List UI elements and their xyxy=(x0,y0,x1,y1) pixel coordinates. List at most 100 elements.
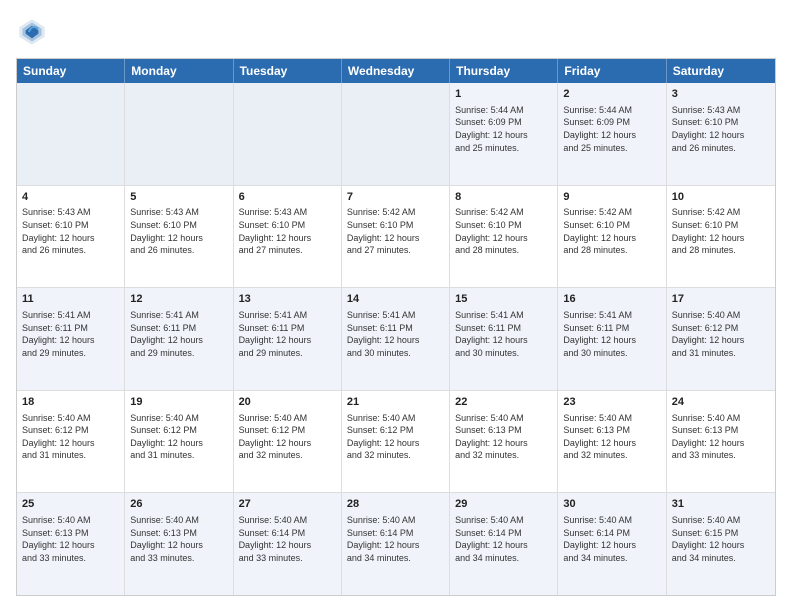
day-cell-8: 8Sunrise: 5:42 AM Sunset: 6:10 PM Daylig… xyxy=(450,186,558,288)
header-cell-thursday: Thursday xyxy=(450,59,558,83)
day-cell-28: 28Sunrise: 5:40 AM Sunset: 6:14 PM Dayli… xyxy=(342,493,450,595)
day-info: Sunrise: 5:40 AM Sunset: 6:13 PM Dayligh… xyxy=(130,514,227,564)
day-number: 21 xyxy=(347,395,444,410)
day-info: Sunrise: 5:42 AM Sunset: 6:10 PM Dayligh… xyxy=(672,206,770,256)
header-cell-monday: Monday xyxy=(125,59,233,83)
day-info: Sunrise: 5:42 AM Sunset: 6:10 PM Dayligh… xyxy=(347,206,444,256)
calendar-header: SundayMondayTuesdayWednesdayThursdayFrid… xyxy=(17,59,775,83)
day-cell-15: 15 Sunrise: 5:41 AM Sunset: 6:11 PM Dayli… xyxy=(450,288,558,390)
day-number: 12 xyxy=(130,292,227,307)
day-info: Sunrise: 5:41 AM Sunset: 6:11 PM Dayligh… xyxy=(455,309,552,359)
day-number: 7 xyxy=(347,190,444,205)
day-info: Sunrise: 5:40 AM Sunset: 6:13 PM Dayligh… xyxy=(22,514,119,564)
day-number: 24 xyxy=(672,395,770,410)
day-cell-19: 19Sunrise: 5:40 AM Sunset: 6:12 PM Dayli… xyxy=(125,391,233,493)
empty-cell xyxy=(17,83,125,185)
header-cell-saturday: Saturday xyxy=(667,59,775,83)
header-cell-wednesday: Wednesday xyxy=(342,59,450,83)
day-cell-24: 24 Sunrise: 5:40 AM Sunset: 6:13 PM Dayli… xyxy=(667,391,775,493)
day-cell-11: 11 Sunrise: 5:41 AM Sunset: 6:11 PM Dayli… xyxy=(17,288,125,390)
day-number: 8 xyxy=(455,190,552,205)
day-number: 26 xyxy=(130,497,227,512)
day-number: 10 xyxy=(672,190,770,205)
calendar-row-1: 4Sunrise: 5:43 AM Sunset: 6:10 PM Daylig… xyxy=(17,186,775,289)
day-cell-21: 21 Sunrise: 5:40 AM Sunset: 6:12 PM Dayli… xyxy=(342,391,450,493)
day-number: 31 xyxy=(672,497,770,512)
header-cell-friday: Friday xyxy=(558,59,666,83)
day-number: 16 xyxy=(563,292,660,307)
calendar-row-4: 25 Sunrise: 5:40 AM Sunset: 6:13 PM Dayli… xyxy=(17,493,775,595)
day-info: Sunrise: 5:40 AM Sunset: 6:14 PM Dayligh… xyxy=(563,514,660,564)
day-info: Sunrise: 5:40 AM Sunset: 6:14 PM Dayligh… xyxy=(455,514,552,564)
day-info: Sunrise: 5:41 AM Sunset: 6:11 PM Dayligh… xyxy=(130,309,227,359)
day-info: Sunrise: 5:43 AM Sunset: 6:10 PM Dayligh… xyxy=(239,206,336,256)
day-cell-16: 16Sunrise: 5:41 AM Sunset: 6:11 PM Dayli… xyxy=(558,288,666,390)
day-cell-9: 9Sunrise: 5:42 AM Sunset: 6:10 PM Daylig… xyxy=(558,186,666,288)
day-info: Sunrise: 5:43 AM Sunset: 6:10 PM Dayligh… xyxy=(130,206,227,256)
day-number: 25 xyxy=(22,497,119,512)
day-number: 18 xyxy=(22,395,119,410)
day-number: 5 xyxy=(130,190,227,205)
empty-cell xyxy=(342,83,450,185)
day-info: Sunrise: 5:40 AM Sunset: 6:15 PM Dayligh… xyxy=(672,514,770,564)
day-cell-25: 25 Sunrise: 5:40 AM Sunset: 6:13 PM Dayli… xyxy=(17,493,125,595)
day-cell-3: 3 Sunrise: 5:43 AM Sunset: 6:10 PM Daylig… xyxy=(667,83,775,185)
day-number: 4 xyxy=(22,190,119,205)
day-number: 30 xyxy=(563,497,660,512)
day-info: Sunrise: 5:44 AM Sunset: 6:09 PM Dayligh… xyxy=(455,104,552,154)
day-number: 17 xyxy=(672,292,770,307)
day-cell-30: 30 Sunrise: 5:40 AM Sunset: 6:14 PM Dayli… xyxy=(558,493,666,595)
day-cell-18: 18 Sunrise: 5:40 AM Sunset: 6:12 PM Dayli… xyxy=(17,391,125,493)
day-number: 28 xyxy=(347,497,444,512)
day-number: 11 xyxy=(22,292,119,307)
day-info: Sunrise: 5:42 AM Sunset: 6:10 PM Dayligh… xyxy=(563,206,660,256)
header-cell-sunday: Sunday xyxy=(17,59,125,83)
day-cell-12: 12 Sunrise: 5:41 AM Sunset: 6:11 PM Dayli… xyxy=(125,288,233,390)
day-number: 9 xyxy=(563,190,660,205)
day-cell-27: 27Sunrise: 5:40 AM Sunset: 6:14 PM Dayli… xyxy=(234,493,342,595)
day-cell-22: 22 Sunrise: 5:40 AM Sunset: 6:13 PM Dayli… xyxy=(450,391,558,493)
day-cell-7: 7Sunrise: 5:42 AM Sunset: 6:10 PM Daylig… xyxy=(342,186,450,288)
calendar-row-2: 11 Sunrise: 5:41 AM Sunset: 6:11 PM Dayli… xyxy=(17,288,775,391)
header-cell-tuesday: Tuesday xyxy=(234,59,342,83)
day-info: Sunrise: 5:41 AM Sunset: 6:11 PM Dayligh… xyxy=(22,309,119,359)
day-info: Sunrise: 5:40 AM Sunset: 6:12 PM Dayligh… xyxy=(130,412,227,462)
day-number: 29 xyxy=(455,497,552,512)
logo-icon xyxy=(16,16,48,48)
day-info: Sunrise: 5:43 AM Sunset: 6:10 PM Dayligh… xyxy=(22,206,119,256)
day-cell-4: 4Sunrise: 5:43 AM Sunset: 6:10 PM Daylig… xyxy=(17,186,125,288)
day-cell-23: 23 Sunrise: 5:40 AM Sunset: 6:13 PM Dayli… xyxy=(558,391,666,493)
day-info: Sunrise: 5:40 AM Sunset: 6:12 PM Dayligh… xyxy=(22,412,119,462)
day-info: Sunrise: 5:40 AM Sunset: 6:13 PM Dayligh… xyxy=(672,412,770,462)
day-number: 20 xyxy=(239,395,336,410)
day-info: Sunrise: 5:41 AM Sunset: 6:11 PM Dayligh… xyxy=(347,309,444,359)
day-number: 23 xyxy=(563,395,660,410)
day-info: Sunrise: 5:43 AM Sunset: 6:10 PM Dayligh… xyxy=(672,104,770,154)
day-cell-5: 5Sunrise: 5:43 AM Sunset: 6:10 PM Daylig… xyxy=(125,186,233,288)
day-info: Sunrise: 5:42 AM Sunset: 6:10 PM Dayligh… xyxy=(455,206,552,256)
day-number: 22 xyxy=(455,395,552,410)
day-cell-20: 20Sunrise: 5:40 AM Sunset: 6:12 PM Dayli… xyxy=(234,391,342,493)
day-info: Sunrise: 5:40 AM Sunset: 6:12 PM Dayligh… xyxy=(672,309,770,359)
page: SundayMondayTuesdayWednesdayThursdayFrid… xyxy=(0,0,792,612)
calendar-row-3: 18 Sunrise: 5:40 AM Sunset: 6:12 PM Dayli… xyxy=(17,391,775,494)
day-info: Sunrise: 5:40 AM Sunset: 6:12 PM Dayligh… xyxy=(347,412,444,462)
day-cell-1: 1 Sunrise: 5:44 AM Sunset: 6:09 PM Daylig… xyxy=(450,83,558,185)
day-info: Sunrise: 5:40 AM Sunset: 6:14 PM Dayligh… xyxy=(239,514,336,564)
empty-cell xyxy=(125,83,233,185)
day-number: 3 xyxy=(672,87,770,102)
day-info: Sunrise: 5:40 AM Sunset: 6:13 PM Dayligh… xyxy=(455,412,552,462)
calendar-row-0: 1 Sunrise: 5:44 AM Sunset: 6:09 PM Daylig… xyxy=(17,83,775,186)
day-info: Sunrise: 5:44 AM Sunset: 6:09 PM Dayligh… xyxy=(563,104,660,154)
day-info: Sunrise: 5:40 AM Sunset: 6:13 PM Dayligh… xyxy=(563,412,660,462)
day-cell-31: 31 Sunrise: 5:40 AM Sunset: 6:15 PM Dayli… xyxy=(667,493,775,595)
day-number: 15 xyxy=(455,292,552,307)
day-number: 14 xyxy=(347,292,444,307)
day-cell-10: 10Sunrise: 5:42 AM Sunset: 6:10 PM Dayli… xyxy=(667,186,775,288)
day-cell-26: 26 Sunrise: 5:40 AM Sunset: 6:13 PM Dayli… xyxy=(125,493,233,595)
calendar: SundayMondayTuesdayWednesdayThursdayFrid… xyxy=(16,58,776,596)
header xyxy=(16,16,776,48)
day-number: 13 xyxy=(239,292,336,307)
day-cell-29: 29 Sunrise: 5:40 AM Sunset: 6:14 PM Dayli… xyxy=(450,493,558,595)
day-number: 1 xyxy=(455,87,552,102)
